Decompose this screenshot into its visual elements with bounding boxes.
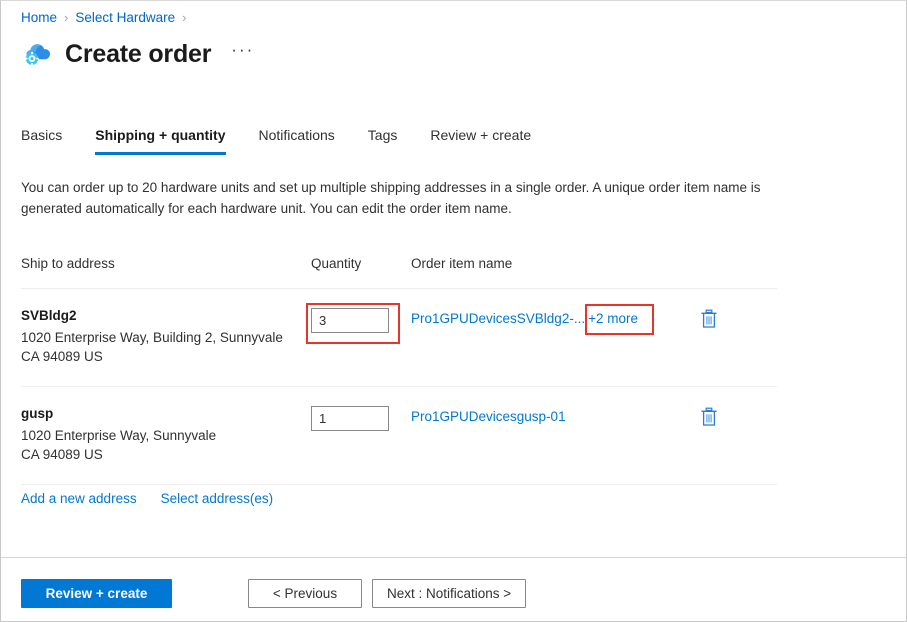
create-order-page: Home › Select Hardware › Create order ·: [0, 0, 907, 622]
address-actions: Add a new address Select address(es): [21, 491, 297, 506]
footer-divider: [1, 557, 906, 558]
footer-actions: Review + create < Previous Next : Notifi…: [21, 579, 526, 608]
address-name: gusp: [21, 406, 311, 421]
address-line-1: 1020 Enterprise Way, Building 2, Sunnyva…: [21, 328, 299, 347]
column-header-address: Ship to address: [21, 256, 311, 271]
more-options-icon[interactable]: ···: [231, 45, 254, 63]
azure-cloud-gear-icon: [21, 37, 55, 71]
address-line-2: CA 94089 US: [21, 445, 311, 464]
quantity-input[interactable]: [311, 308, 389, 333]
tab-basics[interactable]: Basics: [21, 127, 62, 155]
tab-shipping-quantity[interactable]: Shipping + quantity: [95, 127, 225, 155]
breadcrumb-separator-icon: ›: [64, 9, 68, 27]
address-cell: gusp 1020 Enterprise Way, Sunnyvale CA 9…: [21, 406, 311, 464]
address-cell: SVBldg2 1020 Enterprise Way, Building 2,…: [21, 308, 311, 366]
order-item-link[interactable]: Pro1GPUDevicesSVBldg2-...: [411, 311, 585, 326]
column-header-order-item: Order item name: [411, 256, 691, 271]
previous-button[interactable]: < Previous: [248, 579, 362, 608]
tab-review-create[interactable]: Review + create: [430, 127, 531, 155]
more-items-link[interactable]: +2 more: [588, 311, 638, 326]
quantity-cell: [311, 406, 411, 431]
review-create-button[interactable]: Review + create: [21, 579, 172, 608]
page-header: Create order ···: [21, 37, 254, 71]
address-name: SVBldg2: [21, 308, 311, 323]
tab-bar: Basics Shipping + quantity Notifications…: [21, 121, 886, 155]
tab-tags[interactable]: Tags: [368, 127, 398, 155]
shipping-table: Ship to address Quantity Order item name…: [21, 256, 777, 485]
page-description: You can order up to 20 hardware units an…: [21, 177, 769, 219]
address-line-2: CA 94089 US: [21, 347, 311, 366]
breadcrumb-item-home[interactable]: Home: [21, 9, 57, 27]
order-item-cell: Pro1GPUDevicesgusp-01: [411, 406, 691, 424]
trash-icon[interactable]: [700, 309, 718, 329]
column-header-quantity: Quantity: [311, 256, 411, 271]
tab-notifications[interactable]: Notifications: [259, 127, 335, 155]
table-row: SVBldg2 1020 Enterprise Way, Building 2,…: [21, 289, 777, 387]
table-header-row: Ship to address Quantity Order item name: [21, 256, 777, 289]
breadcrumb-item-select-hardware[interactable]: Select Hardware: [75, 9, 175, 27]
quantity-input[interactable]: [311, 406, 389, 431]
breadcrumb: Home › Select Hardware ›: [21, 9, 194, 27]
next-notifications-button[interactable]: Next : Notifications >: [372, 579, 526, 608]
select-addresses-link[interactable]: Select address(es): [161, 491, 274, 506]
breadcrumb-separator-icon-2: ›: [182, 9, 186, 27]
order-item-cell: Pro1GPUDevicesSVBldg2-... +2 more: [411, 308, 691, 326]
page-title: Create order: [65, 40, 211, 69]
trash-icon[interactable]: [700, 407, 718, 427]
delete-cell: [691, 308, 760, 329]
column-header-actions: [691, 256, 751, 271]
order-item-link[interactable]: Pro1GPUDevicesgusp-01: [411, 409, 566, 424]
delete-cell: [691, 406, 760, 427]
table-row: gusp 1020 Enterprise Way, Sunnyvale CA 9…: [21, 387, 777, 485]
add-new-address-link[interactable]: Add a new address: [21, 491, 137, 506]
address-line-1: 1020 Enterprise Way, Sunnyvale: [21, 426, 299, 445]
quantity-cell: [311, 308, 411, 333]
